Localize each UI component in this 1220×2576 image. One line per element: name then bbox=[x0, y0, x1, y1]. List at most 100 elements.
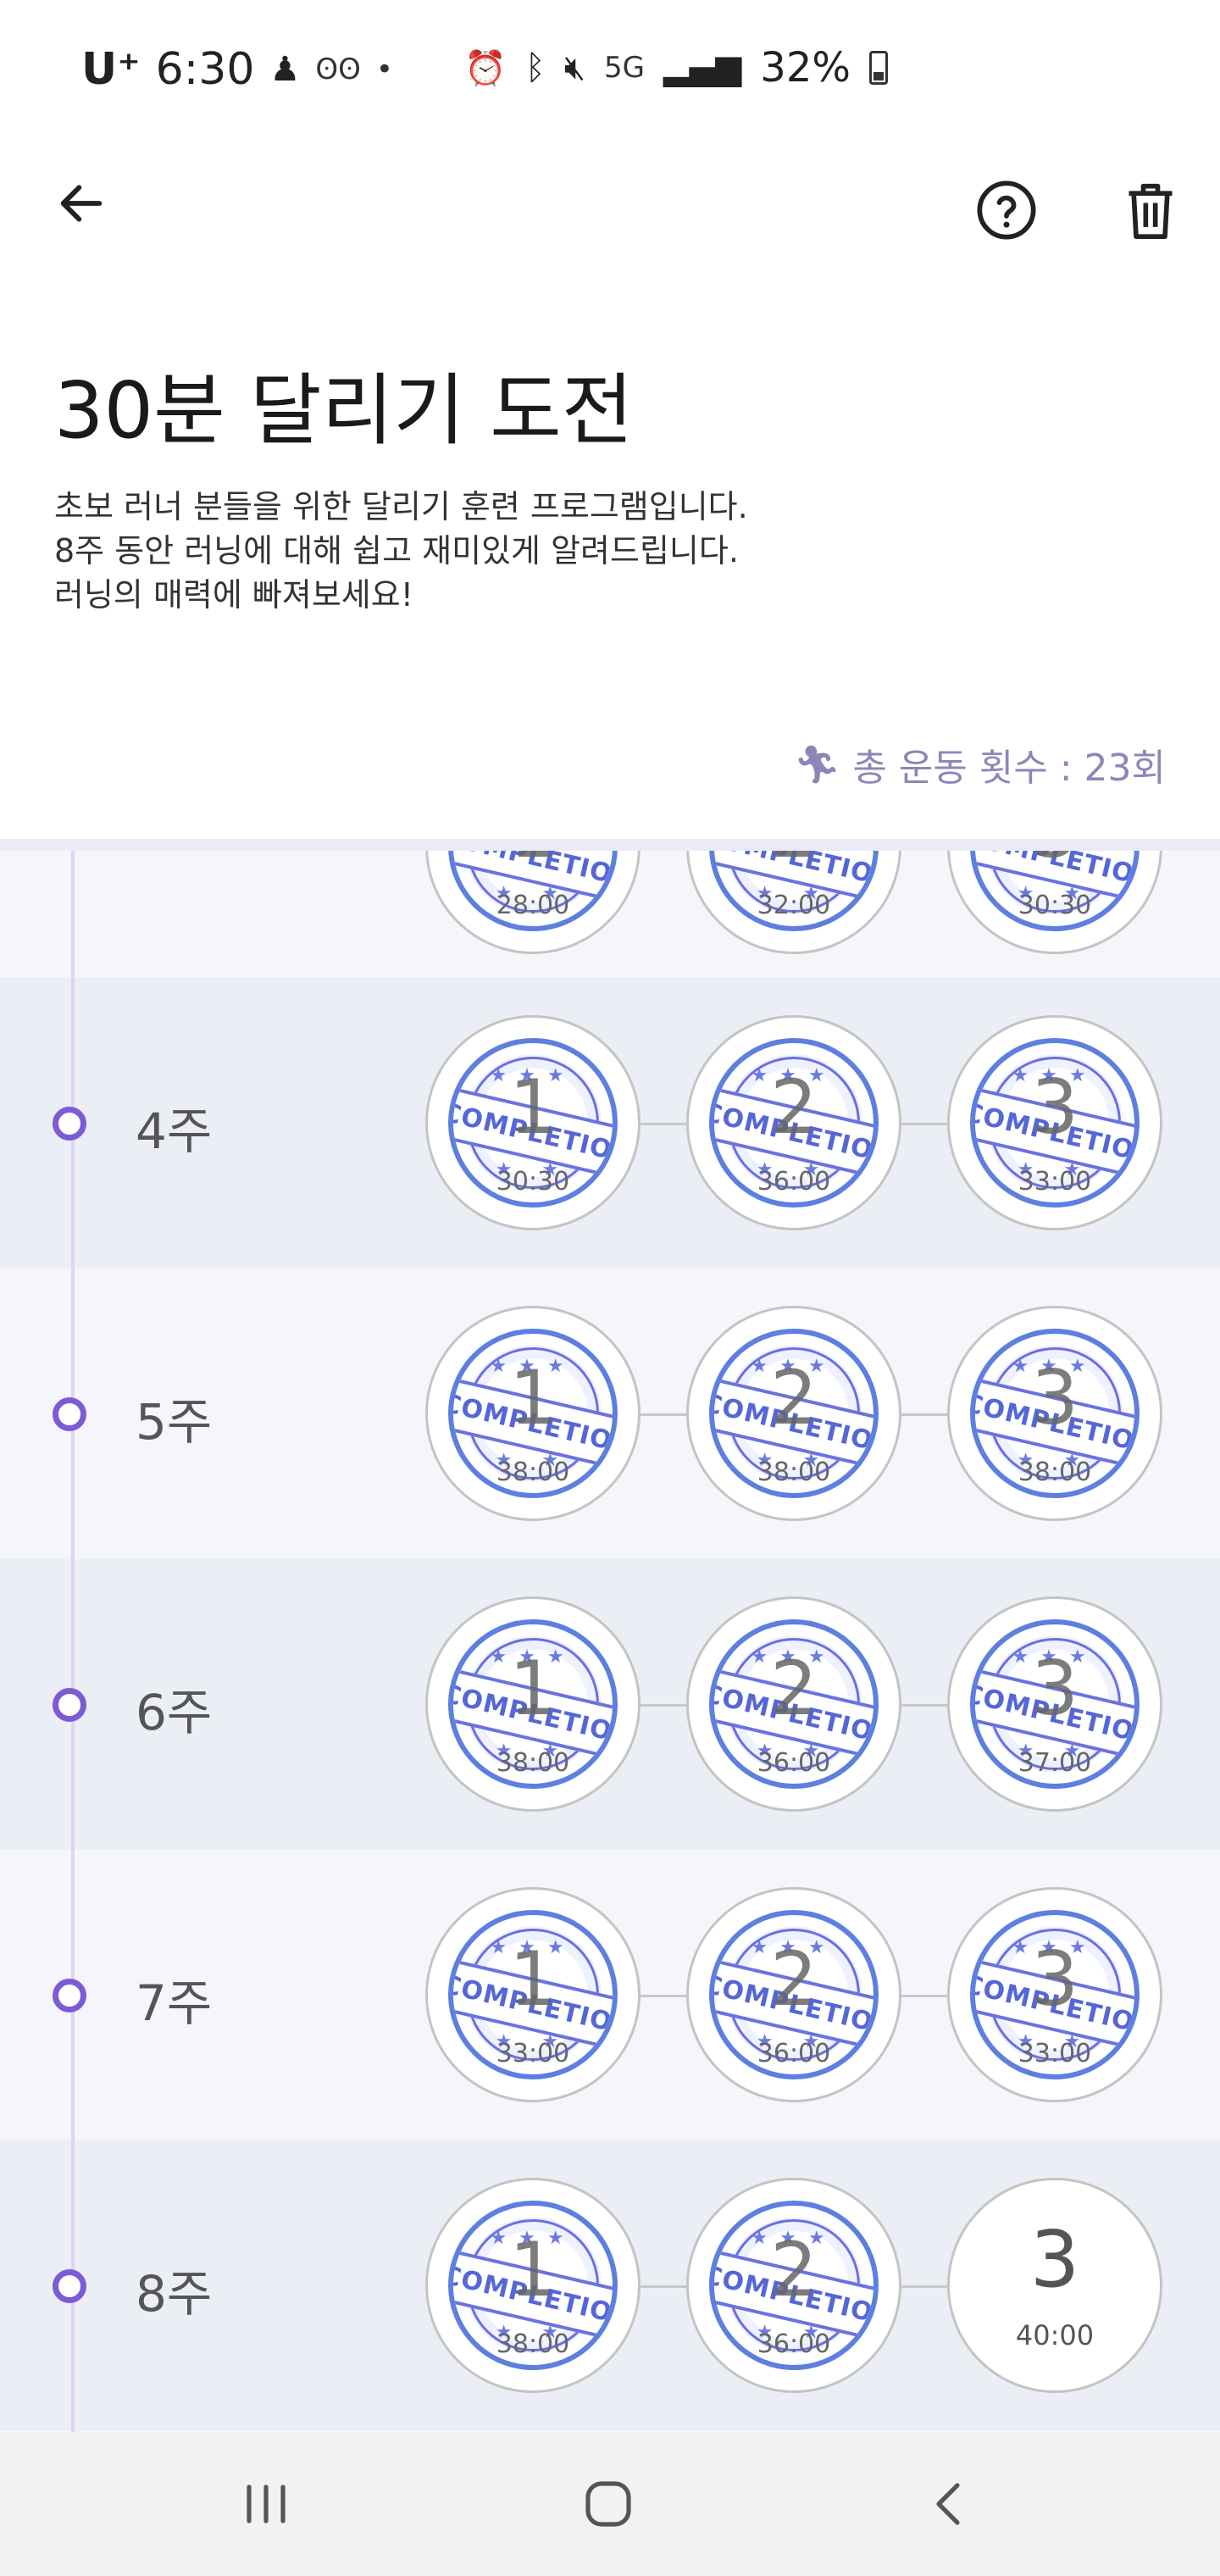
total-workouts: 🏃︎ 총 운동 횟수 : 23회 bbox=[794, 737, 1167, 791]
recent-apps-icon bbox=[247, 2484, 286, 2523]
session-number: 2 bbox=[689, 839, 899, 874]
session-badge-completed[interactable]: ★★★★ ★COMPLETION128:00 bbox=[425, 839, 640, 954]
week-row: 5주 ★★★ ★ ★ COMPLETION 1 38:00 ★★★ ★ ★ COMPLETION… bbox=[0, 1269, 1220, 1559]
session-time: 38:00 bbox=[496, 1457, 570, 1487]
session-badge-completed[interactable]: ★★★★ ★COMPLETION330:30 bbox=[947, 839, 1162, 954]
home-icon bbox=[585, 2481, 631, 2527]
session-badge-completed[interactable]: ★★★ ★ ★ COMPLETION 3 38:00 bbox=[947, 1306, 1162, 1521]
session-number: 3 bbox=[1031, 1645, 1079, 1732]
network-type-label: 5G bbox=[604, 51, 645, 85]
week-label: 4주 bbox=[136, 1102, 213, 1160]
session-time: 33:00 bbox=[1018, 2039, 1092, 2068]
session-number: 2 bbox=[770, 1063, 818, 1151]
timeline-dot bbox=[53, 1979, 86, 2012]
week-row: 7주 ★★★ ★ ★ COMPLETION 1 33:00 ★★★ ★ ★ COMPLETION… bbox=[0, 1850, 1220, 2140]
session-number: 3 bbox=[950, 839, 1160, 874]
week-row: ★★★★ ★COMPLETION128:00 ★★★★ ★COMPLETION23… bbox=[0, 839, 1220, 992]
week-label: 6주 bbox=[136, 1684, 213, 1741]
session-connector bbox=[640, 1413, 686, 1416]
session-time: 33:00 bbox=[1018, 1167, 1092, 1196]
session-time: 40:00 bbox=[1015, 2319, 1095, 2351]
recent-apps-button[interactable] bbox=[207, 2466, 325, 2542]
timeline-line bbox=[71, 839, 75, 2432]
carrier-label: U⁺ bbox=[81, 44, 141, 95]
session-connector bbox=[901, 1995, 947, 1997]
battery-icon bbox=[868, 51, 888, 85]
session-badge-completed[interactable]: ★★★ ★ ★ COMPLETION 1 38:00 bbox=[425, 2178, 640, 2393]
session-badge-completed[interactable]: ★★★ ★ ★ COMPLETION 1 38:00 bbox=[425, 1596, 640, 1812]
session-badge-completed[interactable]: ★★★ ★ ★ COMPLETION 1 38:00 bbox=[425, 1306, 640, 1521]
timeline-dot bbox=[53, 2269, 86, 2303]
session-number: 2 bbox=[770, 2226, 818, 2313]
session-connector bbox=[901, 2285, 947, 2288]
bluetooth-icon: ᛒ bbox=[524, 48, 546, 87]
session-number: 1 bbox=[509, 1063, 557, 1151]
session-badge-completed[interactable]: ★★★★ ★COMPLETION232:00 bbox=[686, 839, 901, 954]
session-badge-completed[interactable]: ★★★ ★ ★ COMPLETION 3 33:00 bbox=[947, 1887, 1162, 2102]
week-label: 8주 bbox=[136, 2265, 213, 2323]
program-description: 초보 러너 분들을 위한 달리기 훈련 프로그램입니다. 8주 동안 러닝에 대… bbox=[54, 485, 1071, 617]
session-number: 2 bbox=[770, 1354, 818, 1441]
session-time: 38:00 bbox=[496, 1748, 570, 1778]
notification-person-icon: ♟ bbox=[269, 50, 301, 89]
session-number: 1 bbox=[509, 2226, 557, 2313]
session-time: 33:00 bbox=[496, 2039, 570, 2068]
session-badge-completed[interactable]: ★★★ ★ ★ COMPLETION 3 33:00 bbox=[947, 1015, 1162, 1230]
session-connector bbox=[901, 1413, 947, 1416]
clock: 6:30 bbox=[155, 44, 255, 95]
home-button[interactable] bbox=[549, 2466, 668, 2542]
session-number: 1 bbox=[509, 1935, 557, 2023]
description-line: 초보 러너 분들을 위한 달리기 훈련 프로그램입니다. bbox=[54, 488, 748, 525]
battery-percent: 32% bbox=[760, 44, 851, 92]
session-time: 38:00 bbox=[757, 1457, 831, 1487]
session-time: 36:00 bbox=[757, 1748, 831, 1778]
session-badge[interactable]: 3 40:00 bbox=[947, 2178, 1162, 2393]
session-connector bbox=[640, 1995, 686, 1997]
delete-button[interactable] bbox=[1110, 169, 1191, 251]
session-time: 38:00 bbox=[1018, 1457, 1092, 1487]
session-badge-completed[interactable]: ★★★ ★ ★ COMPLETION 2 36:00 bbox=[686, 1015, 901, 1230]
system-back-button[interactable] bbox=[890, 2466, 1008, 2542]
session-connector bbox=[640, 847, 686, 849]
session-time: 28:00 bbox=[496, 891, 570, 920]
runner-icon: 🏃︎ bbox=[793, 743, 841, 786]
session-badge-completed[interactable]: ★★★ ★ ★ COMPLETION 2 36:00 bbox=[686, 1887, 901, 2102]
session-number: 2 bbox=[770, 1645, 818, 1732]
week-row: 8주 ★★★ ★ ★ COMPLETION 1 38:00 ★★★ ★ ★ COMPLETION… bbox=[0, 2140, 1220, 2431]
back-button[interactable] bbox=[47, 169, 115, 237]
arrow-left-icon bbox=[60, 185, 103, 222]
session-time: 37:00 bbox=[1018, 1748, 1092, 1778]
session-time: 30:30 bbox=[496, 1167, 570, 1196]
status-right: ⏰ ᛒ 🔇︎ 5G ▂▄▆ 32% bbox=[464, 44, 888, 92]
status-bar: U⁺ 6:30 ♟ ʘʘ • ⏰ ᛒ 🔇︎ 5G ▂▄▆ 32% bbox=[0, 0, 1220, 144]
session-number: 3 bbox=[1031, 1063, 1079, 1151]
session-badge-completed[interactable]: ★★★ ★ ★ COMPLETION 1 30:30 bbox=[425, 1015, 640, 1230]
session-connector bbox=[901, 1123, 947, 1125]
week-row: 4주 ★★★ ★ ★ COMPLETION 1 30:30 ★★★ ★ ★ COMPLETION… bbox=[0, 978, 1220, 1269]
session-badge-completed[interactable]: ★★★ ★ ★ COMPLETION 1 33:00 bbox=[425, 1887, 640, 2102]
total-workouts-label: 총 운동 횟수 : 23회 bbox=[852, 747, 1166, 790]
alarm-icon: ⏰ bbox=[464, 48, 507, 88]
session-time: 30:30 bbox=[1018, 891, 1092, 920]
system-navigation-bar bbox=[0, 2432, 1220, 2576]
session-connector bbox=[640, 2285, 686, 2288]
description-line: 러닝의 매력에 빠져보세요! bbox=[54, 576, 413, 613]
session-badge-completed[interactable]: ★★★ ★ ★ COMPLETION 2 36:00 bbox=[686, 1596, 901, 1812]
session-number: 3 bbox=[1031, 1935, 1079, 2023]
week-list[interactable]: ★★★★ ★COMPLETION128:00 ★★★★ ★COMPLETION23… bbox=[0, 839, 1220, 2432]
session-connector bbox=[901, 1704, 947, 1707]
session-badge-completed[interactable]: ★★★ ★ ★ COMPLETION 3 37:00 bbox=[947, 1596, 1162, 1812]
session-badge-completed[interactable]: ★★★ ★ ★ COMPLETION 2 38:00 bbox=[686, 1306, 901, 1521]
session-time: 36:00 bbox=[757, 2329, 831, 2359]
help-button[interactable] bbox=[966, 169, 1047, 251]
signal-icon: ▂▄▆ bbox=[663, 48, 742, 87]
session-number: 3 bbox=[1031, 1354, 1079, 1441]
session-time: 36:00 bbox=[757, 1167, 831, 1196]
page-title: 30분 달리기 도전 bbox=[54, 365, 634, 456]
session-badge-completed[interactable]: ★★★ ★ ★ COMPLETION 2 36:00 bbox=[686, 2178, 901, 2393]
chevron-left-icon bbox=[936, 2483, 960, 2525]
timeline-dot bbox=[53, 1688, 86, 1722]
week-label: 5주 bbox=[136, 1393, 213, 1451]
session-number: 1 bbox=[509, 1645, 557, 1732]
session-number: 2 bbox=[770, 1935, 818, 2023]
